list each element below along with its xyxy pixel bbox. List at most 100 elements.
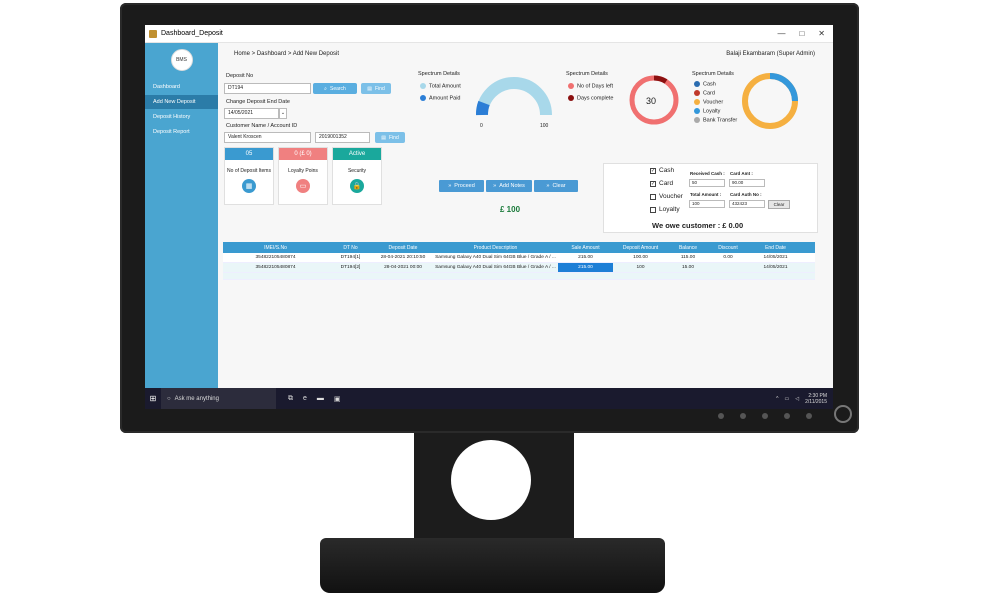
app-logo: BMS — [170, 49, 193, 71]
minimize-button[interactable]: — — [777, 29, 785, 38]
legend-card: Card — [694, 90, 715, 96]
legend-days-complete: Days complete — [568, 95, 613, 101]
legend-amount-paid: Amount Paid — [420, 95, 461, 101]
monitor-button[interactable] — [740, 413, 746, 419]
windows-start-icon[interactable]: ⊞ — [145, 394, 161, 403]
breadcrumb: Home > Dashboard > Add New Deposit — [234, 51, 340, 57]
maximize-button[interactable]: □ — [799, 29, 804, 38]
clear-button[interactable]: » Clear — [534, 180, 578, 192]
cell: 28-04-2021 20:10:50 — [380, 255, 426, 260]
search-icon: ⌕ — [324, 85, 327, 92]
taskbar-clock[interactable]: 2:30 PM 2/11/2015 — [805, 393, 827, 405]
clock-time: 2:30 PM — [808, 392, 827, 399]
find-button[interactable]: ▤ Find — [361, 83, 391, 94]
col-discount[interactable]: Discount — [708, 245, 748, 251]
taskbar-search[interactable]: ○ Ask me anything — [161, 388, 276, 409]
proceed-icon: » — [448, 183, 452, 189]
power-button[interactable] — [834, 405, 852, 423]
received-cash-input[interactable]: 50 — [689, 179, 725, 187]
spectrum-title: Spectrum Details — [692, 71, 734, 77]
main-content: Home > Dashboard > Add New Deposit Balaj… — [218, 43, 833, 388]
cell: DT194[1] — [340, 255, 361, 260]
gauge-max: 100 — [540, 123, 549, 129]
account-id-input[interactable]: 2019001352 — [315, 132, 370, 143]
date-dropdown-icon[interactable]: ⌄ — [279, 108, 287, 119]
voucher-checkbox[interactable]: Voucher — [650, 193, 683, 200]
monitor-button[interactable] — [718, 413, 724, 419]
sidebar-item-deposit-report[interactable]: Deposit Report — [145, 125, 218, 139]
monitor-button[interactable] — [806, 413, 812, 419]
search-button[interactable]: ⌕ Search — [313, 83, 357, 94]
find-icon: ▤ — [381, 134, 386, 141]
monitor-button[interactable] — [762, 413, 768, 419]
legend-total-amount: Total Amount — [420, 83, 461, 89]
received-cash-label: Received Cash : — [690, 171, 725, 176]
task-view-icon[interactable]: ⧉ — [288, 395, 293, 403]
store-icon[interactable]: ▣ — [334, 395, 341, 403]
col-end-date[interactable]: End Date — [748, 245, 803, 251]
payment-donut — [742, 73, 798, 129]
sidebar-item-dashboard[interactable]: Dashboard — [145, 80, 218, 94]
cell: 100.00 — [633, 255, 648, 260]
deposit-no-input[interactable]: DT194 — [224, 83, 311, 94]
cortana-icon: ○ — [167, 395, 171, 402]
check-icon: ✓ — [650, 167, 656, 174]
find-customer-button[interactable]: ▤ Find — [375, 132, 405, 143]
col-balance[interactable]: Balance — [668, 245, 708, 251]
monitor-base — [320, 538, 665, 593]
taskbar: ⊞ ○ Ask me anything ⧉ e ▬ ▣ ^ ▭ ◁ 2:30 P… — [145, 388, 833, 409]
notes-icon: » — [493, 183, 497, 189]
edge-icon[interactable]: e — [303, 395, 307, 403]
monitor-button[interactable] — [784, 413, 790, 419]
loyalty-card-icon: ▭ — [296, 179, 310, 193]
network-icon[interactable]: ▭ — [785, 396, 790, 402]
cell: 215.00 — [578, 255, 593, 260]
file-explorer-icon[interactable]: ▬ — [317, 395, 324, 403]
col-deposit-date[interactable]: Deposit Date — [373, 245, 433, 251]
title-bar: Dashboard_Deposit — □ ✕ — [145, 25, 833, 43]
end-date-input[interactable]: 14/05/2021 — [224, 108, 279, 119]
col-deposit-amount[interactable]: Deposit Amount — [613, 245, 668, 251]
proceed-button[interactable]: » Proceed — [439, 180, 484, 192]
tile-label: Security — [347, 168, 367, 174]
deposit-items-tile: 05 No of Deposit Items ▦ — [224, 147, 274, 205]
cash-checkbox[interactable]: ✓ Cash — [650, 167, 674, 174]
total-amount-input[interactable]: 100 — [689, 200, 725, 208]
spectrum-title: Spectrum Details — [418, 71, 460, 77]
col-imei[interactable]: IMEI/S.No — [223, 245, 328, 251]
tray-chevron-icon[interactable]: ^ — [776, 396, 778, 402]
customer-name-input[interactable]: Valent Kroscen — [224, 132, 311, 143]
card-checkbox[interactable]: ✓ Card — [650, 180, 673, 187]
legend-voucher: Voucher — [694, 99, 723, 105]
loyalty-checkbox[interactable]: Loyalty — [650, 206, 680, 213]
card-amt-input[interactable]: 90.00 — [729, 179, 765, 187]
cell: Samsung Galaxy A40 Dual Sim 64GB Blue / … — [435, 265, 556, 270]
table-row-empty — [223, 273, 815, 280]
payment-clear-button[interactable]: Clear — [768, 200, 790, 209]
col-product[interactable]: Product Description — [433, 245, 558, 251]
search-button-label: Search — [329, 85, 346, 92]
tile-value: 0 (£ 0) — [279, 148, 327, 160]
loyalty-points-tile: 0 (£ 0) Loyalty Poins ▭ — [278, 147, 328, 205]
col-dt-no[interactable]: DT No — [328, 245, 373, 251]
deposit-table: IMEI/S.No DT No Deposit Date Product Des… — [223, 242, 815, 280]
cell: 354822105480874 — [255, 255, 296, 260]
add-notes-button[interactable]: » Add Notes — [486, 180, 532, 192]
card-auth-input[interactable]: 432423 — [729, 200, 765, 208]
cell: 14/05/2021 — [763, 255, 788, 260]
volume-icon[interactable]: ◁ — [795, 396, 799, 402]
close-button[interactable]: ✕ — [818, 29, 825, 38]
legend-loyalty: Loyalty — [694, 108, 720, 114]
card-label: Card — [659, 180, 674, 187]
table-row[interactable]: 354822105480874 DT194[1] 28-04-2021 20:1… — [223, 253, 815, 263]
search-placeholder: Ask me anything — [174, 395, 219, 402]
legend-bank-transfer: Bank Transfer — [694, 117, 737, 123]
table-header: IMEI/S.No DT No Deposit Date Product Des… — [223, 242, 815, 253]
col-sale-amount[interactable]: Sale Amount — [558, 245, 613, 251]
sidebar-item-deposit-history[interactable]: Deposit History — [145, 110, 218, 124]
table-row[interactable]: 354822105480874 DT194[2] 28-04-2021 00:0… — [223, 263, 815, 273]
cell-selected[interactable]: 215.00 — [558, 263, 613, 272]
sidebar-item-add-new-deposit[interactable]: Add New Deposit — [145, 95, 218, 109]
screen: Dashboard_Deposit — □ ✕ BMS Dashboard Ad… — [145, 25, 833, 409]
monitor-neck-hole — [451, 440, 531, 520]
